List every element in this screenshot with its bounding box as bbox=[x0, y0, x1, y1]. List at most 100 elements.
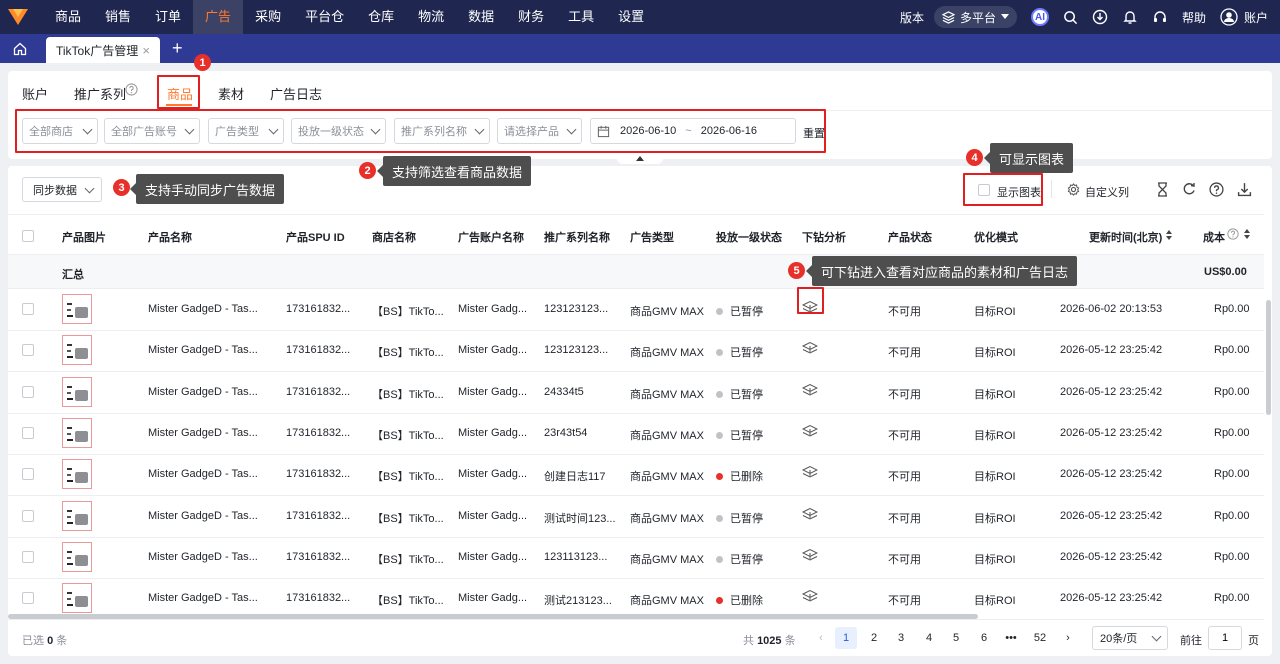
question-circle-icon[interactable] bbox=[1227, 228, 1239, 240]
customer-service-button[interactable] bbox=[1152, 9, 1168, 25]
row-divider bbox=[8, 454, 1264, 455]
drill-down-icon[interactable] bbox=[802, 341, 818, 355]
page-button-4[interactable]: 4 bbox=[918, 627, 940, 649]
platform-switcher[interactable]: 多平台 bbox=[933, 6, 1017, 28]
goto-page-input[interactable] bbox=[1208, 626, 1242, 650]
product-thumbnail[interactable] bbox=[62, 501, 92, 531]
status-dot-icon bbox=[716, 432, 723, 439]
col-product-status: 产品状态 bbox=[888, 232, 932, 244]
drill-down-icon[interactable] bbox=[802, 424, 818, 438]
page-button-5[interactable]: 5 bbox=[945, 627, 967, 649]
search-button[interactable] bbox=[1063, 10, 1078, 25]
row-checkbox[interactable] bbox=[22, 386, 34, 398]
select-all-checkbox[interactable] bbox=[22, 230, 34, 242]
sync-data-button[interactable]: 同步数据 bbox=[22, 177, 102, 202]
optimization-mode-cell: 目标ROI bbox=[974, 347, 1016, 359]
nav-item-3[interactable]: 广告 bbox=[193, 0, 244, 34]
row-checkbox[interactable] bbox=[22, 551, 34, 563]
updated-time-cell: 2026-05-12 23:25:42 bbox=[1060, 551, 1163, 563]
product-thumbnail[interactable] bbox=[62, 418, 92, 448]
collapse-filters-toggle[interactable] bbox=[617, 153, 663, 164]
account-menu[interactable]: 账户 bbox=[1220, 8, 1268, 26]
question-circle-icon[interactable] bbox=[125, 83, 138, 96]
ad-type-cell: 商品GMV MAX bbox=[630, 347, 704, 359]
refresh-icon[interactable] bbox=[1182, 182, 1196, 196]
hourglass-icon[interactable] bbox=[1156, 182, 1169, 197]
nav-item-10[interactable]: 工具 bbox=[556, 0, 606, 34]
drill-down-icon[interactable] bbox=[802, 465, 818, 479]
drill-down-icon[interactable] bbox=[802, 383, 818, 397]
help-link[interactable]: 帮助 bbox=[1182, 9, 1206, 26]
horizontal-scrollbar[interactable] bbox=[8, 614, 978, 619]
nav-item-7[interactable]: 物流 bbox=[406, 0, 456, 34]
campaign-name-cell: 创建日志117 bbox=[544, 471, 606, 483]
nav-item-6[interactable]: 仓库 bbox=[356, 0, 406, 34]
status-dot-icon bbox=[716, 473, 723, 480]
prev-page-button[interactable]: ‹ bbox=[810, 627, 832, 649]
product-thumbnail[interactable] bbox=[62, 583, 92, 613]
drill-down-icon[interactable] bbox=[802, 589, 818, 603]
product-thumbnail[interactable] bbox=[62, 294, 92, 324]
product-thumbnail[interactable] bbox=[62, 542, 92, 572]
row-checkbox[interactable] bbox=[22, 592, 34, 604]
version-label[interactable]: 版本 bbox=[900, 9, 924, 26]
main-menu: 商品 销售 订单 广告 采购 平台仓 仓库 物流 数据 财务 工具 设置 bbox=[43, 0, 656, 34]
status-cell: 已暂停 bbox=[716, 427, 763, 443]
drill-down-icon[interactable] bbox=[802, 548, 818, 562]
nav-item-11[interactable]: 设置 bbox=[606, 0, 656, 34]
ai-assistant-button[interactable]: AI bbox=[1030, 8, 1049, 26]
page-button-52[interactable]: 52 bbox=[1029, 627, 1051, 649]
status-text: 已删除 bbox=[730, 471, 763, 483]
row-checkbox[interactable] bbox=[22, 303, 34, 315]
download-center-button[interactable] bbox=[1092, 9, 1108, 25]
nav-item-4[interactable]: 采购 bbox=[243, 0, 293, 34]
sort-icon[interactable] bbox=[1243, 228, 1251, 240]
app-logo-icon[interactable] bbox=[0, 0, 36, 34]
product-thumbnail[interactable] bbox=[62, 335, 92, 365]
vertical-scrollbar[interactable] bbox=[1266, 300, 1271, 415]
cost-cell: Rp0.00 bbox=[1214, 510, 1250, 522]
subtab-account[interactable]: 账户 bbox=[22, 84, 48, 103]
row-checkbox[interactable] bbox=[22, 427, 34, 439]
col-ad-account: 广告账户名称 bbox=[458, 232, 524, 244]
drill-down-icon[interactable] bbox=[802, 507, 818, 521]
page-button-1[interactable]: 1 bbox=[835, 627, 857, 649]
nav-item-8[interactable]: 数据 bbox=[456, 0, 506, 34]
product-thumbnail[interactable] bbox=[62, 459, 92, 489]
add-tab-button[interactable]: + bbox=[172, 34, 183, 63]
nav-item-9[interactable]: 财务 bbox=[506, 0, 556, 34]
nav-item-5[interactable]: 平台仓 bbox=[293, 0, 356, 34]
tab-tiktok-ad-management[interactable]: TikTok广告管理 × bbox=[46, 37, 160, 63]
page-size-select[interactable]: 20条/页 bbox=[1092, 626, 1168, 650]
next-page-button[interactable]: › bbox=[1057, 627, 1079, 649]
row-checkbox[interactable] bbox=[22, 510, 34, 522]
subtab-material[interactable]: 素材 bbox=[218, 84, 244, 103]
col-shop-name: 商店名称 bbox=[372, 232, 416, 244]
row-checkbox[interactable] bbox=[22, 468, 34, 480]
shop-name-cell: 【BS】TikTo... bbox=[372, 430, 444, 442]
page-ellipsis[interactable]: ••• bbox=[1000, 627, 1022, 649]
gear-icon[interactable] bbox=[1067, 183, 1080, 196]
nav-item-2[interactable]: 订单 bbox=[143, 0, 193, 34]
nav-item-1[interactable]: 销售 bbox=[93, 0, 143, 34]
download-icon[interactable] bbox=[1237, 182, 1252, 197]
product-thumbnail[interactable] bbox=[62, 377, 92, 407]
nav-item-0[interactable]: 商品 bbox=[43, 0, 93, 34]
close-tab-icon[interactable]: × bbox=[142, 43, 150, 58]
home-tab[interactable] bbox=[0, 34, 40, 63]
custom-columns-button[interactable]: 自定义列 bbox=[1085, 184, 1129, 200]
col-updated-time[interactable]: 更新时间(北京) bbox=[1089, 229, 1162, 245]
page-button-3[interactable]: 3 bbox=[890, 627, 912, 649]
subtab-campaign[interactable]: 推广系列 bbox=[74, 84, 126, 103]
sort-icon[interactable] bbox=[1165, 229, 1173, 241]
page-button-2[interactable]: 2 bbox=[863, 627, 885, 649]
page-button-6[interactable]: 6 bbox=[973, 627, 995, 649]
notification-button[interactable] bbox=[1122, 9, 1138, 25]
page-tab-bar: TikTok广告管理 × + bbox=[0, 34, 1280, 63]
product-status-cell: 不可用 bbox=[888, 513, 921, 525]
row-checkbox[interactable] bbox=[22, 344, 34, 356]
subtab-ad-log[interactable]: 广告日志 bbox=[270, 84, 322, 103]
help-circle-icon[interactable] bbox=[1209, 182, 1224, 197]
optimization-mode-cell: 目标ROI bbox=[974, 306, 1016, 318]
product-status-cell: 不可用 bbox=[888, 347, 921, 359]
